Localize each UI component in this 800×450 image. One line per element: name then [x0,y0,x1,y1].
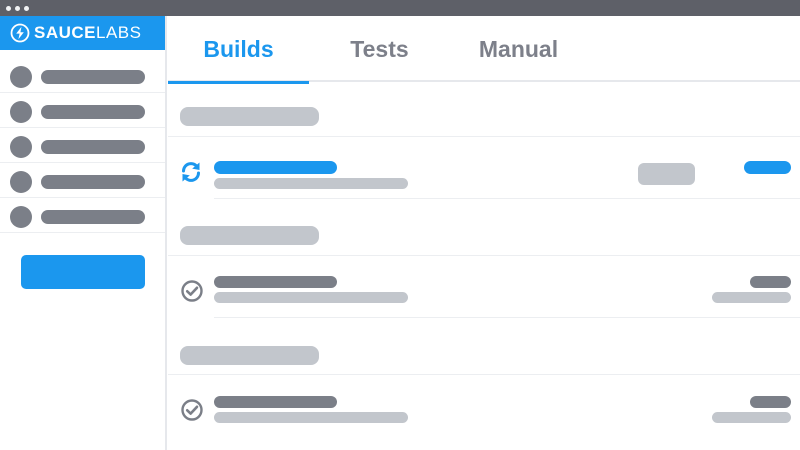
sidebar-item[interactable] [0,93,165,128]
divider [214,317,800,318]
group-header-placeholder [180,226,319,245]
divider [168,255,800,256]
divider [168,136,800,137]
build-time-placeholder [712,292,791,303]
status-badge [638,163,695,185]
sidebar-item-label-placeholder [41,175,145,189]
build-title-placeholder [214,396,337,408]
build-title-placeholder [214,276,337,288]
group-header-placeholder [180,107,319,126]
build-time-placeholder [712,412,791,423]
build-meta-placeholder [744,161,791,174]
check-circle-icon [181,399,203,421]
avatar [10,171,32,193]
tab-tests[interactable]: Tests [309,16,450,82]
sauce-lightning-icon [10,23,30,43]
sidebar-item[interactable] [0,163,165,198]
sidebar-primary-button[interactable] [21,255,145,289]
sidebar-item-label-placeholder [41,140,145,154]
sidebar-item[interactable] [0,128,165,163]
window-control-dot[interactable] [6,6,11,11]
sidebar: SAUCELABS [0,16,167,450]
divider [168,374,800,375]
build-title-placeholder [214,161,337,174]
sidebar-item-label-placeholder [41,210,145,224]
build-meta-placeholder [750,396,791,408]
tab-manual[interactable]: Manual [450,16,587,82]
build-subtitle-placeholder [214,178,408,189]
avatar [10,101,32,123]
tab-bar: Builds Tests Manual [168,16,800,84]
brand-logo[interactable]: SAUCELABS [0,16,165,50]
build-subtitle-placeholder [214,412,408,423]
check-circle-icon [181,280,203,302]
tab-builds[interactable]: Builds [168,16,309,84]
refresh-icon [182,162,200,182]
sidebar-item-label-placeholder [41,105,145,119]
sidebar-item[interactable] [0,58,165,93]
window-control-dot[interactable] [24,6,29,11]
brand-name: SAUCELABS [34,23,142,42]
build-subtitle-placeholder [214,292,408,303]
group-header-placeholder [180,346,319,365]
bottom-fade [168,424,800,450]
avatar [10,66,32,88]
sidebar-item-label-placeholder [41,70,145,84]
avatar [10,206,32,228]
window-titlebar [0,0,800,16]
divider [214,198,800,199]
window-control-dot[interactable] [15,6,20,11]
avatar [10,136,32,158]
build-meta-placeholder [750,276,791,288]
sidebar-item[interactable] [0,198,165,233]
